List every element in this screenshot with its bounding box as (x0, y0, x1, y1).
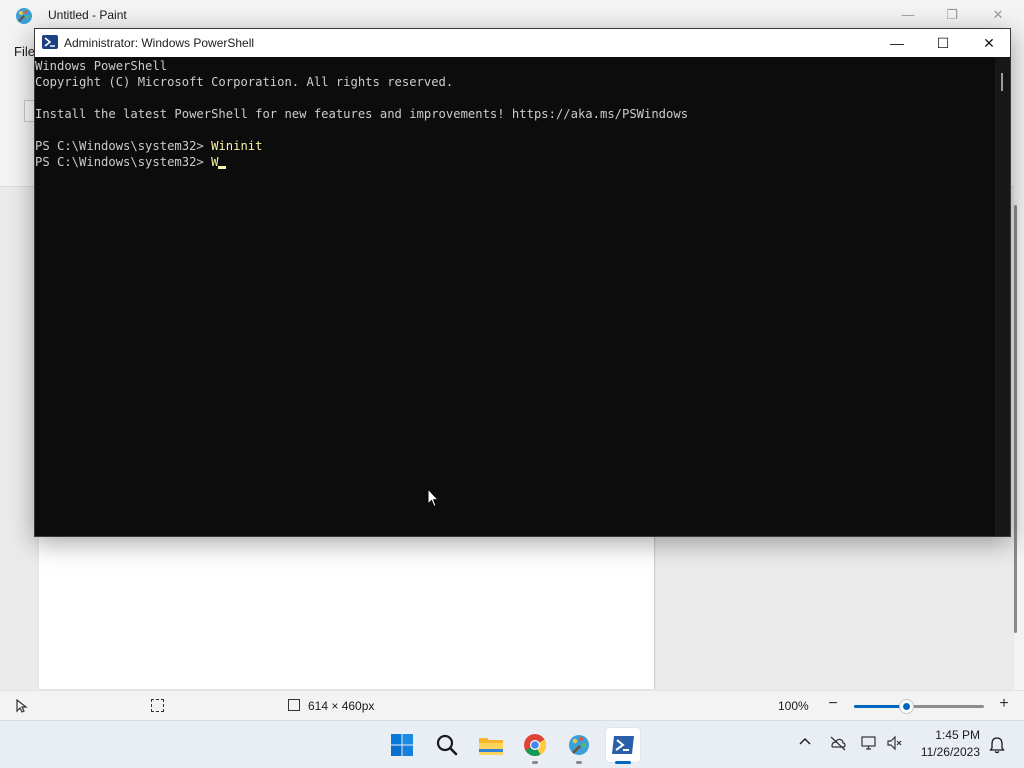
active-indicator (615, 761, 631, 764)
powershell-scrollbar-thumb[interactable] (1001, 73, 1003, 91)
paint-minimize-button[interactable]: — (886, 4, 930, 26)
windows-logo-icon (391, 734, 413, 756)
zoom-slider-fill (854, 705, 906, 708)
powershell-minimize-button[interactable]: — (874, 29, 920, 57)
paint-titlebar: Untitled - Paint — ❐ ✕ (0, 0, 1024, 30)
paint-close-button[interactable]: ✕ (976, 4, 1020, 26)
paint-app-icon (16, 8, 32, 24)
powershell-scrollbar[interactable] (995, 57, 1010, 536)
canvas-size-text: 614 × 460px (308, 699, 375, 713)
taskbar-paint-button[interactable] (561, 727, 597, 764)
console-line: Install the latest PowerShell for new fe… (35, 107, 689, 121)
paint-canvas[interactable] (39, 536, 655, 689)
console-input-line[interactable]: PS C:\Windows\system32> W (35, 154, 227, 170)
taskbar-chrome-button[interactable] (517, 727, 553, 764)
zoom-slider[interactable] (854, 700, 984, 713)
chrome-icon (524, 734, 546, 756)
notifications-bell-icon[interactable] (988, 736, 1006, 754)
console-line: Copyright (C) Microsoft Corporation. All… (35, 75, 454, 89)
canvas-size-icon (288, 699, 300, 711)
zoom-in-button[interactable]: + (995, 696, 1013, 714)
selection-size-icon (151, 699, 164, 712)
powershell-titlebar[interactable]: Administrator: Windows PowerShell — ☐ ✕ (35, 29, 1010, 57)
zoom-out-button[interactable]: − (824, 696, 842, 714)
powershell-window[interactable]: Administrator: Windows PowerShell — ☐ ✕ … (34, 28, 1011, 537)
onedrive-offline-icon[interactable] (829, 734, 847, 752)
taskbar-clock-date[interactable]: 11/26/2023 (910, 745, 980, 759)
paint-file-menu[interactable]: File (14, 44, 35, 59)
powershell-console[interactable]: Windows PowerShell Copyright (C) Microso… (35, 57, 995, 536)
console-prompt: PS C:\Windows\system32> (35, 155, 212, 169)
show-hidden-icons-chevron-icon[interactable] (797, 734, 813, 750)
cursor-position-icon (16, 699, 28, 713)
paint-window-title: Untitled - Paint (48, 8, 127, 22)
network-icon[interactable] (860, 734, 878, 752)
taskbar-powershell-button[interactable] (605, 727, 641, 764)
taskbar-file-explorer-button[interactable] (473, 727, 509, 763)
text-cursor (218, 166, 227, 169)
powershell-window-title: Administrator: Windows PowerShell (64, 36, 255, 50)
mouse-pointer-icon (427, 488, 439, 508)
powershell-maximize-button[interactable]: ☐ (920, 29, 966, 57)
console-prompt-line: PS C:\Windows\system32> Wininit (35, 138, 262, 154)
volume-muted-icon[interactable] (886, 734, 904, 752)
taskbar-clock-time[interactable]: 1:45 PM (920, 728, 980, 742)
powershell-close-button[interactable]: ✕ (966, 29, 1012, 57)
console-line: Windows PowerShell (35, 59, 168, 73)
paint-icon (569, 735, 589, 755)
powershell-icon (42, 35, 58, 49)
taskbar-start-button[interactable] (384, 727, 420, 763)
running-indicator (576, 761, 582, 764)
taskbar-search-button[interactable] (429, 727, 465, 763)
running-indicator (532, 761, 538, 764)
search-icon (436, 734, 458, 756)
paint-statusbar: 614 × 460px 100% − + (0, 690, 1024, 721)
powershell-icon (612, 736, 634, 754)
console-command: Wininit (211, 139, 263, 153)
folder-icon (479, 738, 503, 755)
zoom-slider-thumb[interactable] (900, 700, 913, 713)
console-prompt: PS C:\Windows\system32> (35, 139, 212, 153)
paint-maximize-button[interactable]: ❐ (930, 4, 974, 26)
console-input-text[interactable]: W (211, 155, 218, 169)
paint-vertical-scrollbar[interactable] (1014, 205, 1017, 633)
zoom-level-text[interactable]: 100% (778, 699, 809, 713)
